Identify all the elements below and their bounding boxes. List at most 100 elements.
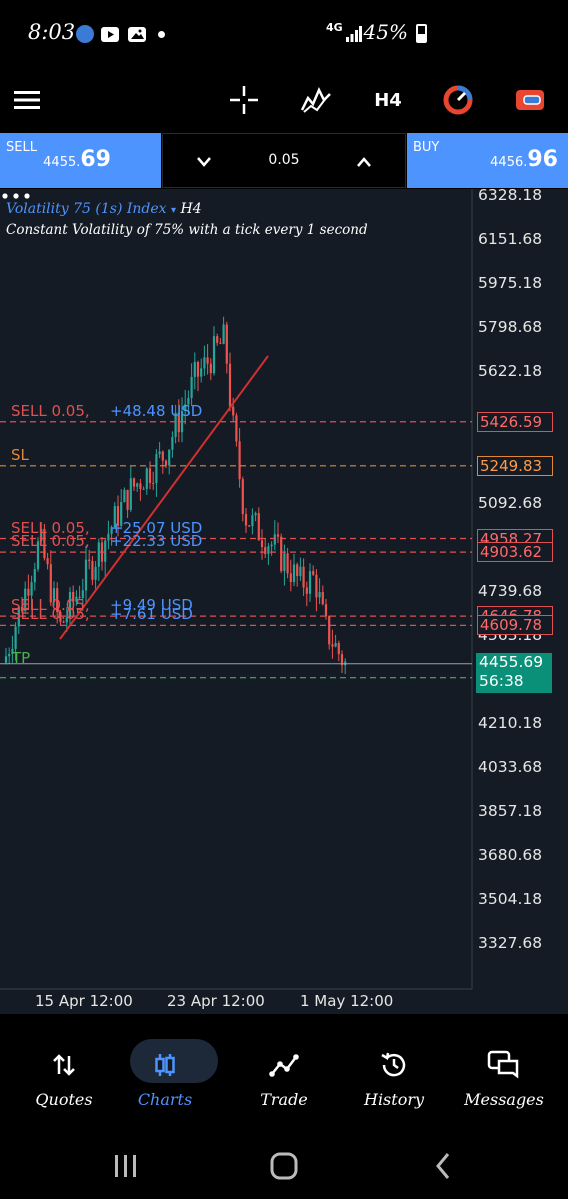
candle-body (241, 479, 244, 515)
candle-body (267, 546, 270, 554)
nav-messages[interactable]: Messages (449, 1014, 559, 1124)
signal-icon (346, 26, 362, 42)
candle-body (302, 566, 305, 588)
buy-price: 4456.96 (490, 147, 558, 172)
order-label: SELL 0.05, (11, 605, 90, 624)
order-price-tag: 5426.59 (477, 411, 553, 432)
x-tick: 23 Apr 12:00 (167, 992, 265, 1010)
nav-charts[interactable]: Charts (110, 1014, 220, 1124)
y-tick: 4033.68 (478, 758, 543, 776)
candle-body (4, 656, 8, 663)
buy-button[interactable]: BUY 4456.96 (407, 133, 568, 188)
nav-label: History (363, 1090, 425, 1109)
candle-body (209, 363, 212, 374)
menu-icon (14, 91, 40, 109)
candle-body (283, 553, 286, 572)
youtube-icon (101, 27, 119, 42)
indicators-icon (300, 87, 331, 113)
symbol-title[interactable]: Volatility 75 (1s) Index ▾ H4 (6, 201, 202, 217)
order-profit: +22.33 USD (110, 532, 203, 551)
charts-icon (155, 1054, 175, 1076)
nav-trade[interactable]: Trade (229, 1014, 339, 1124)
candle-body (276, 534, 280, 537)
candle-body (212, 336, 216, 374)
nav-label: Quotes (35, 1090, 93, 1109)
crosshair-button[interactable] (222, 78, 266, 122)
candle-body (148, 468, 152, 483)
candle-body (260, 540, 264, 548)
candle-body (235, 415, 238, 442)
candle-body (225, 324, 228, 364)
buy-label: BUY (413, 140, 440, 155)
candle-body (257, 513, 260, 541)
order-label: SELL 0.05, (11, 532, 90, 551)
pie-icon (443, 85, 473, 115)
order-label: SL (11, 445, 29, 464)
y-tick: 3857.18 (478, 802, 543, 820)
order-profit: +48.48 USD (110, 401, 203, 420)
candle-body (312, 571, 315, 575)
indicators-button[interactable] (294, 78, 338, 122)
order-label: SELL 0.05, (11, 401, 90, 420)
y-tick: 3680.68 (478, 846, 543, 864)
candle-body (273, 534, 276, 545)
nav-history[interactable]: History (339, 1014, 449, 1124)
clock: 8:03 (28, 20, 76, 44)
candle-body (238, 441, 241, 480)
trading-signals-button[interactable] (436, 78, 480, 122)
y-tick: 6151.68 (478, 230, 543, 248)
candle-body (152, 482, 155, 484)
account-button[interactable] (508, 78, 552, 122)
candle-body (132, 478, 136, 487)
home-icon[interactable] (264, 1150, 304, 1182)
candle-body (30, 582, 33, 596)
messages-icon (487, 1050, 519, 1079)
y-tick: 3504.18 (478, 890, 543, 908)
x-tick: 15 Apr 12:00 (35, 992, 133, 1010)
candle-body (104, 540, 107, 562)
recents-icon[interactable] (106, 1150, 146, 1182)
candle-body (318, 592, 321, 598)
candle-body (27, 588, 30, 596)
crosshair-icon (230, 86, 258, 114)
increase-lot-button[interactable] (349, 147, 379, 177)
nav-quotes[interactable]: Quotes (9, 1014, 119, 1124)
current-price-marker: 4455.69 56:38 (476, 653, 552, 693)
order-profit: +7.61 USD (110, 605, 193, 624)
candle-body (244, 514, 248, 526)
candle-body (145, 468, 148, 489)
candle-body (129, 478, 132, 510)
nav-label: Trade (260, 1090, 308, 1109)
candle-body (248, 525, 251, 527)
candle-body (84, 559, 88, 591)
candle-body (158, 451, 161, 455)
candle-body (251, 515, 254, 527)
candle-body (305, 587, 308, 594)
price-chart[interactable]: Volatility 75 (1s) Index ▾ H4 Constant V… (0, 189, 568, 1014)
candle-body (337, 642, 340, 655)
battery-percent: 45% (363, 20, 408, 44)
candle-body (33, 569, 36, 583)
candle-body (14, 626, 17, 649)
menu-button[interactable] (6, 78, 50, 122)
y-tick: 5798.68 (478, 318, 543, 336)
candle-body (228, 363, 232, 407)
candle-body (171, 436, 174, 450)
sell-button[interactable]: SELL 4455.69 (0, 133, 161, 188)
sell-label: SELL (6, 140, 37, 155)
candle-body (8, 654, 11, 657)
candle-body (270, 544, 273, 547)
more-options-icon[interactable] (0, 189, 34, 203)
order-price-tag: 4609.78 (477, 615, 553, 636)
nav-label: Messages (464, 1090, 544, 1109)
candle-body (219, 342, 222, 344)
candle-body (331, 644, 334, 647)
candle-body (254, 513, 257, 516)
timeframe-button[interactable]: H4 (366, 78, 410, 122)
candle-body (155, 454, 158, 484)
candle-body (299, 566, 302, 577)
back-icon[interactable] (424, 1150, 464, 1182)
y-tick: 5092.68 (478, 494, 543, 512)
order-price-tag: 4903.62 (477, 542, 553, 563)
network-type: 4G (326, 21, 343, 34)
